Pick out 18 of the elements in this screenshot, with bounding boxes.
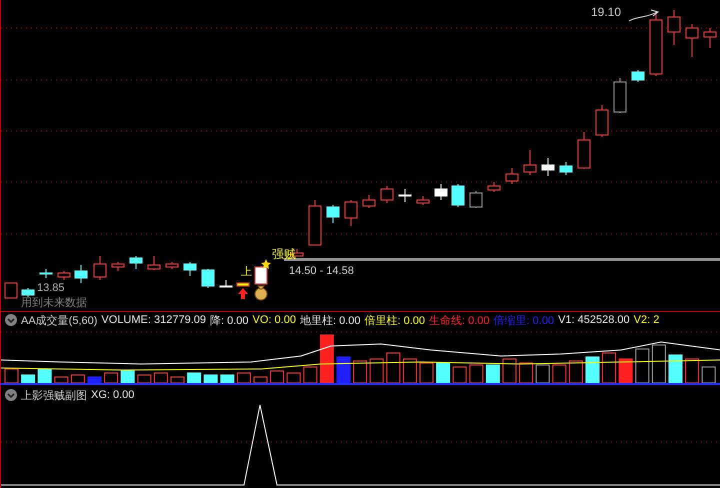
indicator-value: 地里柱: 0.00	[300, 314, 360, 328]
signal-label: 强贼	[272, 248, 296, 261]
indicator-value: 降: 0.00	[210, 314, 249, 328]
indicator-value: VOLUME: 312779.09	[101, 314, 206, 326]
signal-label: 上	[241, 266, 252, 279]
low-price-label: 13.85	[37, 282, 65, 295]
indicator-title: 上影强贼副图	[21, 388, 87, 402]
warning-text: 用到未来数据	[21, 297, 87, 310]
indicator-value: 倍缩里: 0.00	[494, 314, 554, 328]
indicator-value: V2: 2	[634, 314, 660, 326]
indicator-value: 倍里柱: 0.00	[364, 314, 426, 328]
indicator-title: AA成交量(5,60)	[21, 314, 98, 328]
indicator-value: V1: 452528.00	[558, 314, 630, 326]
indicator-value: VO: 0.00	[252, 314, 296, 326]
high-price-label: 19.10	[591, 6, 622, 19]
price-range-label: 14.50 - 14.58	[289, 265, 354, 278]
indicator-value: 生命线: 0.00	[429, 314, 490, 328]
indicator-value: XG: 0.00	[91, 389, 134, 401]
